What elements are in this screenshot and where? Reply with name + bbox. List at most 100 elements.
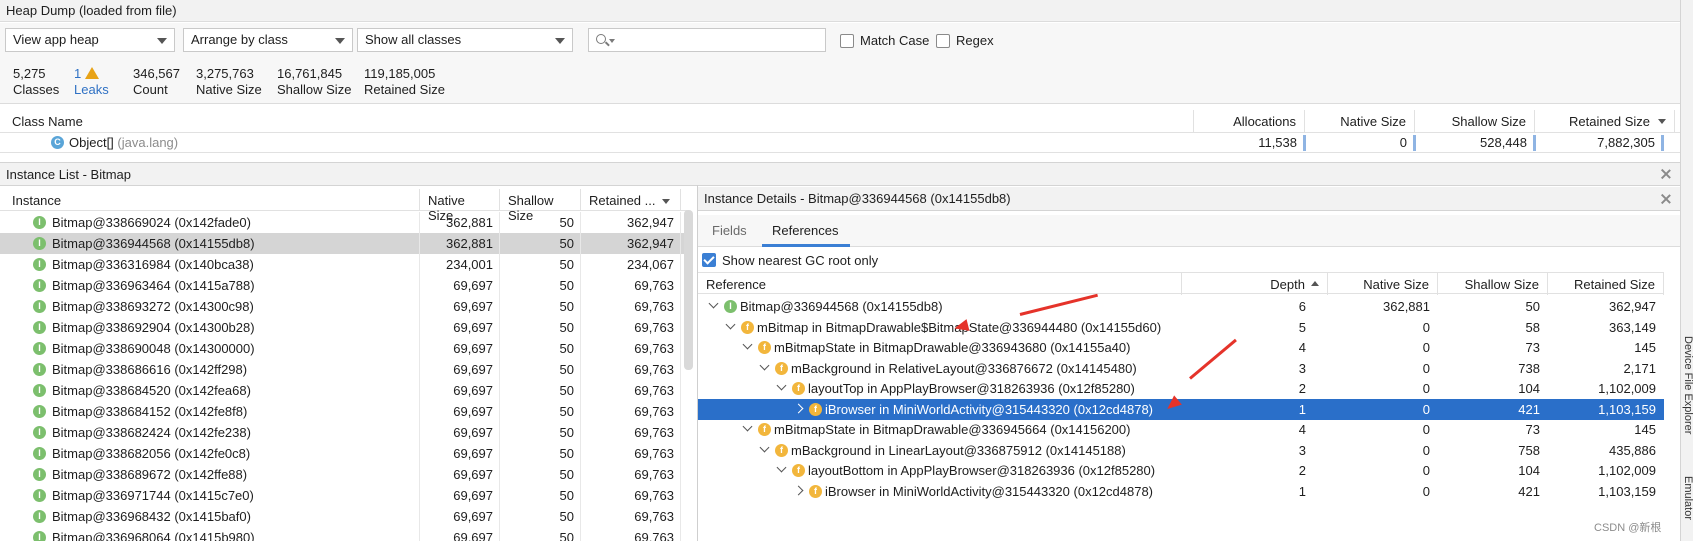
gc-root-checkbox[interactable] — [702, 253, 716, 267]
instance-row[interactable]: I Bitmap@338692904 (0x14300b28) 69,697 50 69… — [0, 317, 688, 338]
column-shallow-size[interactable]: Shallow Size — [1415, 110, 1535, 133]
reference-row[interactable]: f mBitmapState in BitmapDrawable@33694368… — [698, 337, 1664, 358]
instance-retained-size: 234,067 — [581, 254, 681, 275]
reference-row[interactable]: f layoutTop in AppPlayBrowser@318263936 (… — [698, 378, 1664, 399]
instance-shallow-size: 50 — [500, 443, 581, 464]
reference-retained-size: 2,171 — [1623, 360, 1656, 376]
heap-select[interactable]: View app heap — [5, 28, 175, 52]
instance-row[interactable]: I Bitmap@338690048 (0x14300000) 69,697 50 69… — [0, 338, 688, 359]
instance-row[interactable]: I Bitmap@336968432 (0x1415baf0) 69,697 50 69… — [0, 506, 688, 527]
field-icon: f — [775, 361, 788, 375]
instance-row[interactable]: I Bitmap@338682056 (0x142fe0c8) 69,697 50 69… — [0, 443, 688, 464]
close-icon[interactable] — [1660, 168, 1672, 180]
instance-row[interactable]: I Bitmap@338684152 (0x142fe8f8) 69,697 50 69… — [0, 401, 688, 422]
arrange-select[interactable]: Arrange by class — [183, 28, 353, 52]
reference-row[interactable]: f mBitmapState in BitmapDrawable@33694566… — [698, 419, 1664, 440]
instance-row[interactable]: I Bitmap@338689672 (0x142ffe88) 69,697 50 69… — [0, 464, 688, 485]
instance-row[interactable]: I Bitmap@338686616 (0x142ff298) 69,697 50 69… — [0, 359, 688, 380]
window-title: Heap Dump (loaded from file) — [0, 0, 1680, 22]
match-case-checkbox[interactable] — [840, 34, 854, 48]
reference-row[interactable]: f iBrowser in MiniWorldActivity@315443320… — [698, 481, 1664, 502]
instance-native-size: 69,697 — [420, 380, 500, 401]
tab-fields[interactable]: Fields — [712, 223, 747, 238]
reference-retained-size: 1,102,009 — [1598, 463, 1656, 478]
chevron-down-icon[interactable] — [776, 380, 787, 391]
instance-shallow-size: 50 — [500, 212, 581, 233]
instance-row[interactable]: I Bitmap@338669024 (0x142fade0) 362,881 50 3… — [0, 212, 688, 233]
device-file-explorer-tab[interactable]: Device File Explorer — [1682, 336, 1693, 434]
column-retained-size[interactable]: Retained Size — [1535, 110, 1675, 133]
reference-shallow-size: 758 — [1518, 442, 1540, 458]
column-retained-size[interactable]: Retained ... — [581, 189, 681, 211]
column-class-name[interactable]: Class Name — [4, 110, 1194, 133]
instance-icon: I — [33, 321, 46, 334]
column-native-size[interactable]: Native Size — [420, 189, 500, 223]
emulator-tab[interactable]: Emulator — [1682, 476, 1693, 520]
reference-native-size: 0 — [1422, 463, 1430, 478]
instance-name: Bitmap@338689672 (0x142ffe88) — [46, 464, 420, 485]
sort-ascending-icon — [1311, 281, 1319, 286]
instance-retained-size: 69,763 — [581, 338, 681, 359]
instance-native-size: 69,697 — [420, 338, 500, 359]
instance-row[interactable]: I Bitmap@336963464 (0x1415a788) 69,697 50 69… — [0, 275, 688, 296]
instance-row[interactable]: I Bitmap@338684520 (0x142fea68) 69,697 50 69… — [0, 380, 688, 401]
column-depth[interactable]: Depth — [1182, 273, 1328, 295]
chevron-down-icon[interactable] — [725, 319, 736, 329]
reference-row[interactable]: f mBackground in RelativeLayout@336876672… — [698, 358, 1664, 379]
column-native-size[interactable]: Native Size — [1305, 110, 1415, 133]
chevron-down-icon[interactable] — [759, 442, 770, 452]
instance-name: Bitmap@338682056 (0x142fe0c8) — [46, 443, 420, 464]
reference-row[interactable]: I Bitmap@336944568 (0x14155db8) 6 362,881 50… — [698, 296, 1664, 317]
reference-row[interactable]: f iBrowser in MiniWorldActivity@315443320… — [698, 398, 1664, 420]
regex-checkbox[interactable] — [936, 34, 950, 48]
close-icon[interactable] — [1660, 193, 1672, 205]
reference-native-size: 0 — [1422, 483, 1430, 499]
reference-text: mBackground in LinearLayout@336875912 (0… — [791, 442, 1126, 458]
tab-references[interactable]: References — [772, 223, 838, 238]
chevron-down-icon[interactable] — [708, 298, 719, 309]
reference-native-size: 0 — [1422, 319, 1430, 335]
instance-native-size: 69,697 — [420, 485, 500, 506]
instance-shallow-size: 50 — [500, 317, 581, 338]
leaks-stat[interactable]: 1 Leaks — [74, 66, 109, 98]
column-shallow-size[interactable]: Shallow Size — [1438, 273, 1548, 295]
instance-retained-size: 69,763 — [581, 275, 681, 296]
instance-native-size: 69,697 — [420, 464, 500, 485]
instance-row[interactable]: I Bitmap@338693272 (0x14300c98) 69,697 50 69… — [0, 296, 688, 317]
column-reference[interactable]: Reference — [698, 273, 1182, 295]
chevron-down-icon[interactable] — [742, 421, 753, 432]
chevron-right-icon[interactable] — [793, 485, 804, 495]
instance-row[interactable]: I Bitmap@336944568 (0x14155db8) 362,881 50 3… — [0, 233, 688, 254]
reference-row[interactable]: f mBackground in LinearLayout@336875912 (… — [698, 440, 1664, 461]
instance-row[interactable]: I Bitmap@336968064 (0x1415b980) 69,697 50 69… — [0, 527, 688, 541]
instance-retained-size: 362,947 — [581, 233, 681, 254]
instance-list-scrollbar[interactable] — [684, 210, 693, 370]
instance-native-size: 69,697 — [420, 317, 500, 338]
column-allocations[interactable]: Allocations — [1194, 110, 1305, 133]
column-retained-size[interactable]: Retained Size — [1548, 273, 1664, 295]
chevron-down-icon[interactable] — [742, 339, 753, 350]
search-input[interactable] — [588, 28, 826, 52]
instance-row[interactable]: I Bitmap@338682424 (0x142fe238) 69,697 50 69… — [0, 422, 688, 443]
instance-row[interactable]: I Bitmap@336971744 (0x1415c7e0) 69,697 50 69… — [0, 485, 688, 506]
chevron-right-icon[interactable] — [793, 403, 804, 413]
reference-native-size: 0 — [1422, 422, 1430, 437]
instance-row[interactable]: I Bitmap@336316984 (0x140bca38) 234,001 50 2… — [0, 254, 688, 275]
search-options-caret-icon[interactable] — [609, 39, 615, 43]
instance-list-columns: Instance Native Size Shallow Size Retain… — [0, 189, 688, 223]
instance-shallow-size: 50 — [500, 401, 581, 422]
column-instance[interactable]: Instance — [4, 189, 420, 211]
chevron-down-icon[interactable] — [776, 462, 787, 473]
instance-native-size: 69,697 — [420, 443, 500, 464]
instance-retained-size: 69,763 — [581, 317, 681, 338]
column-native-size[interactable]: Native Size — [1328, 273, 1438, 295]
reference-shallow-size: 738 — [1518, 360, 1540, 376]
instance-shallow-size: 50 — [500, 359, 581, 380]
column-shallow-size[interactable]: Shallow Size — [500, 189, 581, 223]
reference-row[interactable]: f mBitmap in BitmapDrawable$BitmapState@3… — [698, 317, 1664, 338]
reference-row[interactable]: f layoutBottom in AppPlayBrowser@31826393… — [698, 460, 1664, 481]
filter-select[interactable]: Show all classes — [357, 28, 573, 52]
instance-native-size: 69,697 — [420, 275, 500, 296]
class-row[interactable]: C Object[] (java.lang) 11,538 0 528,448 … — [0, 133, 1680, 153]
chevron-down-icon[interactable] — [759, 360, 770, 370]
